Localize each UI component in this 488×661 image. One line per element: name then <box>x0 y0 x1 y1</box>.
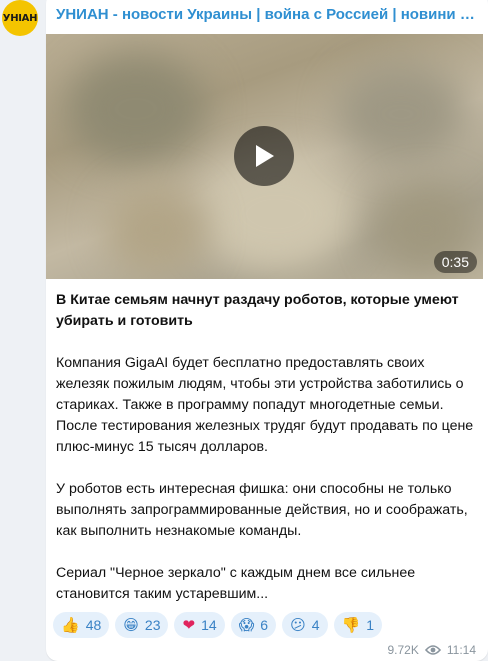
post-headline: В Китае семьям начнут раздачу роботов, к… <box>56 292 459 329</box>
message-meta: 9.72K 11:14 <box>388 643 477 657</box>
reaction-count: 48 <box>85 617 102 633</box>
reaction-count: 1 <box>366 617 374 633</box>
red-heart-icon: ❤ <box>182 615 196 634</box>
reaction-count: 14 <box>201 617 217 633</box>
play-button[interactable] <box>234 126 294 186</box>
reactions-bar: 👍 48 😁 23 ❤ 14 😱 6 😕 4 👎 1 <box>53 612 382 638</box>
reaction-heart[interactable]: ❤ 14 <box>174 612 225 638</box>
grinning-face-icon: 😁 <box>123 615 139 634</box>
reaction-thumbs-up[interactable]: 👍 48 <box>53 612 110 638</box>
channel-avatar[interactable]: УНІАН <box>2 0 38 36</box>
reaction-screaming[interactable]: 😱 6 <box>230 612 277 638</box>
reaction-count: 23 <box>144 617 161 633</box>
channel-name[interactable]: УНИАН - новости Украины | война с Россие… <box>56 6 480 23</box>
thumbs-down-icon: 👎 <box>341 615 361 634</box>
reaction-count: 4 <box>311 617 320 633</box>
thumbs-up-icon: 👍 <box>61 615 80 634</box>
play-icon <box>256 145 274 167</box>
post-paragraph: У роботов есть интересная фишка: они спо… <box>56 481 468 539</box>
view-count: 9.72K <box>387 643 419 657</box>
reaction-count: 6 <box>260 617 269 633</box>
reaction-thumbs-down[interactable]: 👎 1 <box>333 612 382 638</box>
reaction-grinning[interactable]: 😁 23 <box>115 612 169 638</box>
reaction-confused[interactable]: 😕 4 <box>282 612 328 638</box>
avatar-logo-text: УНІАН <box>2 12 38 24</box>
eye-icon <box>424 645 441 655</box>
video-duration: 0:35 <box>433 251 477 273</box>
post-paragraph: Сериал "Черное зеркало" с каждым днем вс… <box>56 565 416 602</box>
screaming-face-icon: 😱 <box>238 615 255 634</box>
video-preview[interactable]: 0:35 <box>46 34 483 279</box>
message-time: 11:14 <box>446 643 476 657</box>
post-paragraph: Компания GigaAI будет бесплатно предоста… <box>56 355 474 455</box>
confused-face-icon: 😕 <box>290 615 306 634</box>
